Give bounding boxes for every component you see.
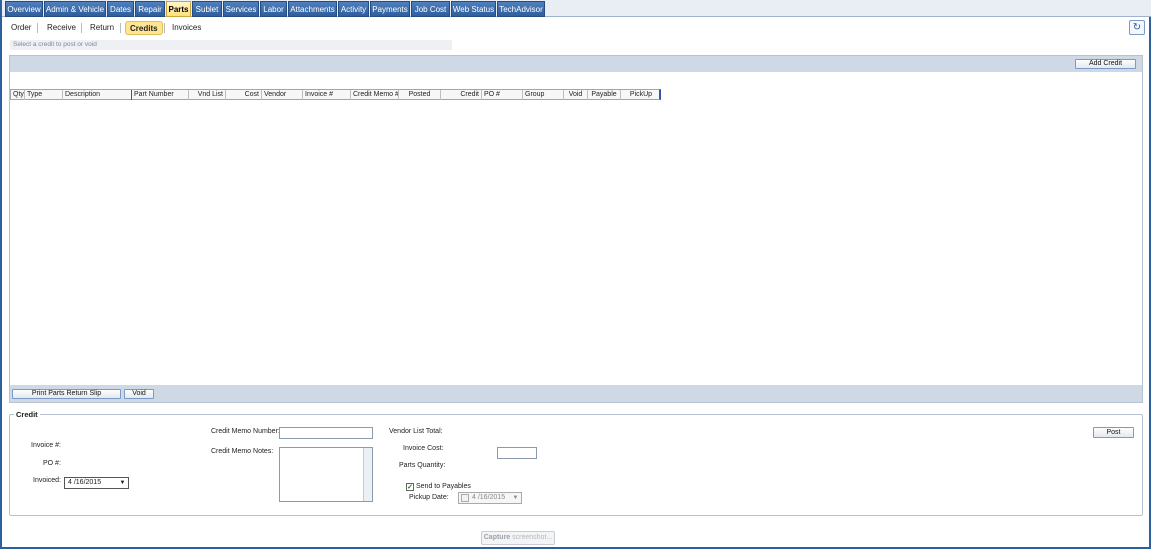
send-to-payables-label: Send to Payables — [416, 483, 471, 490]
refresh-button[interactable]: ↻ — [1129, 20, 1145, 35]
tab-repair[interactable]: Repair — [135, 1, 165, 17]
checkmark-icon: ✓ — [407, 484, 413, 491]
tab-sublet[interactable]: Sublet — [192, 1, 222, 17]
dropdown-arrow-icon: ▼ — [512, 495, 519, 501]
column-header-po-number[interactable]: PO # — [482, 90, 523, 100]
subtab-credits[interactable]: Credits — [125, 21, 163, 35]
column-header-group[interactable]: Group — [523, 90, 564, 100]
refresh-icon: ↻ — [1132, 22, 1142, 33]
tab-web-status[interactable]: Web Status — [451, 1, 496, 17]
tab-activity[interactable]: Activity — [338, 1, 369, 17]
vendor-list-total-label: Vendor List Total: — [389, 428, 443, 435]
column-header-part-number[interactable]: Part Number — [132, 90, 189, 100]
credit-memo-notes-label: Credit Memo Notes: — [211, 448, 274, 455]
subtab-return[interactable]: Return — [90, 21, 114, 35]
po-number-label: PO #: — [43, 460, 61, 467]
post-button[interactable]: Post — [1093, 427, 1134, 438]
tab-payments[interactable]: Payments — [370, 1, 410, 17]
void-button[interactable]: Void — [124, 389, 154, 399]
grid-footer-toolbar: Print Parts Return Slip Void — [10, 385, 1142, 402]
subtab-separator — [81, 23, 82, 33]
tab-parts[interactable]: Parts — [166, 1, 191, 17]
invoice-number-label: Invoice #: — [31, 442, 61, 449]
capture-bold-text: Capture — [483, 534, 511, 541]
capture-rest-text: screenshot... — [510, 534, 553, 541]
invoice-cost-label: Invoice Cost: — [403, 445, 444, 452]
column-header-vendor[interactable]: Vendor — [262, 90, 303, 100]
tab-job-cost[interactable]: Job Cost — [411, 1, 450, 17]
add-credit-button[interactable]: Add Credit — [1075, 59, 1136, 69]
grid-toolbar: Add Credit — [10, 56, 1142, 72]
credit-memo-notes-textarea[interactable] — [279, 447, 373, 502]
pickup-date-checkbox — [461, 494, 469, 502]
send-to-payables-checkbox[interactable]: ✓ — [406, 483, 414, 491]
subtab-invoices[interactable]: Invoices — [172, 21, 201, 35]
subtab-receive[interactable]: Receive — [47, 21, 76, 35]
parts-quantity-label: Parts Quantity: — [399, 462, 446, 469]
notes-scrollbar[interactable] — [363, 448, 372, 501]
subtab-separator — [120, 23, 121, 33]
column-header-posted[interactable]: Posted — [399, 90, 441, 100]
app-window: Overview Admin & Vehicle Dates Repair Pa… — [0, 0, 1151, 549]
instruction-hint: Select a credit to post or void — [10, 40, 452, 50]
invoiced-date-picker[interactable]: 4 /16/2015 ▼ — [64, 477, 129, 489]
tab-overview[interactable]: Overview — [5, 1, 43, 17]
tab-services[interactable]: Services — [223, 1, 259, 17]
pickup-date-picker: 4 /16/2015 ▼ — [458, 492, 522, 504]
credit-memo-number-input[interactable] — [279, 427, 373, 439]
tab-attachments[interactable]: Attachments — [288, 1, 337, 17]
invoiced-date-value: 4 /16/2015 — [68, 479, 102, 486]
column-header-credit-memo-number[interactable]: Credit Memo # — [351, 90, 399, 100]
pickup-date-label: Pickup Date: — [409, 494, 449, 501]
column-header-credit[interactable]: Credit — [441, 90, 482, 100]
pickup-date-value: 4 /16/2015 — [472, 494, 506, 501]
tab-dates[interactable]: Dates — [107, 1, 134, 17]
column-header-invoice-number[interactable]: Invoice # — [303, 90, 351, 100]
credit-group-title: Credit — [14, 410, 40, 419]
invoice-cost-input[interactable] — [497, 447, 537, 459]
dropdown-arrow-icon[interactable]: ▼ — [118, 478, 127, 488]
main-tab-bar: Overview Admin & Vehicle Dates Repair Pa… — [2, 0, 1151, 17]
column-header-vnd-list[interactable]: Vnd List — [189, 90, 226, 100]
column-header-pickup[interactable]: PickUp — [621, 90, 661, 100]
column-header-payable[interactable]: Payable — [588, 90, 621, 100]
tab-admin-vehicle[interactable]: Admin & Vehicle — [44, 1, 106, 17]
invoiced-label: Invoiced: — [33, 477, 62, 484]
capture-screenshot-button[interactable]: Capture screenshot... — [481, 531, 555, 545]
credit-groupbox — [9, 414, 1143, 516]
column-header-void[interactable]: Void — [564, 90, 588, 100]
column-header-cost[interactable]: Cost — [226, 90, 262, 100]
credits-grid-panel: Add Credit Print Parts Return Slip Void — [9, 55, 1143, 403]
tab-techadvisor[interactable]: TechAdvisor — [497, 1, 545, 17]
column-header-description[interactable]: Description — [63, 90, 132, 100]
credit-memo-number-label: Credit Memo Number: — [211, 428, 280, 435]
subtab-order[interactable]: Order — [11, 21, 31, 35]
column-header-type[interactable]: Type — [25, 90, 63, 100]
credits-grid-header: Qty Type Description Part Number Vnd Lis… — [10, 89, 661, 100]
print-parts-return-slip-button[interactable]: Print Parts Return Slip — [12, 389, 121, 399]
column-header-qty[interactable]: Qty — [11, 90, 25, 100]
subtab-separator — [37, 23, 38, 33]
subtab-separator — [164, 23, 165, 33]
tab-labor[interactable]: Labor — [260, 1, 287, 17]
